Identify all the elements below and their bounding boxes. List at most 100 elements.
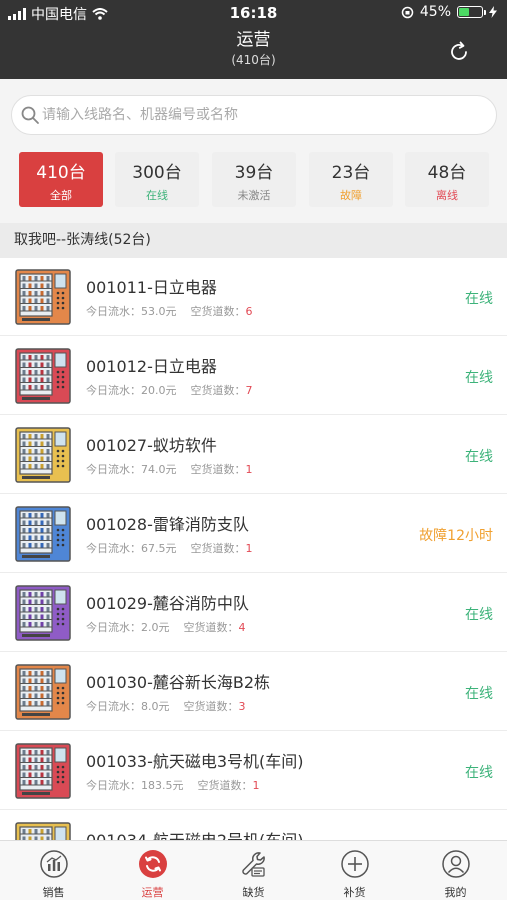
tabbar-label: 我的 xyxy=(444,886,467,899)
tabbar-item-shortage[interactable]: 缺货 xyxy=(203,841,304,900)
empty-slots-value: 1 xyxy=(245,463,253,476)
filter-label: 在线 xyxy=(146,189,168,202)
flow-value: 183.5元 xyxy=(141,779,184,792)
filter-tabs: 410台 全部 300台 在线 39台 未激活 23台 故障 48台 离线 xyxy=(19,152,489,207)
flow-value: 67.5元 xyxy=(141,542,177,555)
filter-tab-online[interactable]: 300台 在线 xyxy=(115,152,199,207)
filter-count: 23台 xyxy=(331,163,371,183)
vending-machine-icon xyxy=(15,822,71,840)
filter-count: 300台 xyxy=(132,163,182,183)
machine-row[interactable]: 001030-麓谷新长海B2栋 今日流水：8.0元 空货道数：3 在线 xyxy=(0,653,507,731)
vending-machine-icon xyxy=(15,269,71,325)
tabbar-label: 补货 xyxy=(343,886,366,899)
flow-label: 今日流水： xyxy=(86,621,141,634)
flow-label: 今日流水： xyxy=(86,700,141,713)
flow-label: 今日流水： xyxy=(86,779,141,792)
filter-count: 410台 xyxy=(36,163,86,183)
machine-status: 在线 xyxy=(465,449,493,465)
tabbar-item-mine[interactable]: 我的 xyxy=(405,841,506,900)
bottom-tab-bar: 销售 运营 缺货 补货 我的 xyxy=(0,840,507,900)
vending-machine-icon xyxy=(15,427,71,483)
vending-machine-icon xyxy=(15,348,71,404)
route-group-header[interactable]: 取我吧--张涛线(52台) xyxy=(0,223,507,258)
machine-row[interactable]: 001029-麓谷消防中队 今日流水：2.0元 空货道数：4 在线 xyxy=(0,574,507,652)
vending-machine-icon xyxy=(15,506,71,562)
page-subtitle: (410台) xyxy=(231,53,276,67)
empty-slots-value: 1 xyxy=(252,779,260,792)
machine-title: 001033-航天磁电3号机(车间) xyxy=(86,752,304,771)
vending-machine-icon xyxy=(15,664,71,720)
orientation-lock-icon xyxy=(401,6,414,18)
machine-row[interactable]: 001011-日立电器 今日流水：53.0元 空货道数：6 在线 xyxy=(0,258,507,336)
tabbar-item-operations[interactable]: 运营 xyxy=(102,841,203,900)
search-icon xyxy=(21,106,39,124)
machine-row[interactable]: 001012-日立电器今日流水：20.0元 空货道数：7 在线 xyxy=(0,337,507,415)
machine-title: 001028-雷锋消防支队 xyxy=(86,515,249,534)
tabbar-label: 缺货 xyxy=(242,886,265,899)
filter-tab-offline[interactable]: 48台 离线 xyxy=(405,152,489,207)
machine-title: 001012-日立电器 xyxy=(86,357,217,376)
machine-meta: 今日流水：20.0元 空货道数：7 xyxy=(86,382,253,398)
machine-status: 在线 xyxy=(465,686,493,702)
filter-label: 未激活 xyxy=(237,189,271,202)
filter-label: 离线 xyxy=(436,189,458,202)
machine-meta: 今日流水：67.5元 空货道数：1 xyxy=(86,540,253,556)
machine-meta: 今日流水：183.5元 空货道数：1 xyxy=(86,777,260,793)
machine-status: 在线 xyxy=(465,370,493,386)
machine-row[interactable]: 001034-航天磁电2号机(车间) xyxy=(0,811,507,840)
machine-title: 001030-麓谷新长海B2栋 xyxy=(86,673,271,692)
flow-label: 今日流水： xyxy=(86,463,141,476)
tabbar-label: 运营 xyxy=(141,886,164,899)
machine-list[interactable]: 001011-日立电器 今日流水：53.0元 空货道数：6 在线 001012-日立电器… xyxy=(0,258,507,840)
machine-meta: 今日流水：74.0元 空货道数：1 xyxy=(86,461,253,477)
empty-slots-label: 空货道数： xyxy=(190,384,246,397)
empty-slots-label: 空货道数： xyxy=(190,542,246,555)
flow-label: 今日流水： xyxy=(86,305,141,318)
filter-tab-all[interactable]: 410台 全部 xyxy=(19,152,103,207)
machine-row[interactable]: 001033-航天磁电3号机(车间) 今日流水：183.5元 空货道数：1 在线 xyxy=(0,732,507,810)
filter-label: 故障 xyxy=(340,189,362,202)
tabbar-label: 销售 xyxy=(42,886,65,899)
tabbar-item-restock[interactable]: 补货 xyxy=(304,841,405,900)
status-bar: 中国电信 16:18 45% xyxy=(0,0,507,26)
status-right: 45% xyxy=(401,4,497,20)
empty-slots-label: 空货道数： xyxy=(190,463,246,476)
battery-icon xyxy=(457,6,486,18)
empty-slots-value: 1 xyxy=(245,542,253,555)
machine-meta: 今日流水：2.0元 空货道数：4 xyxy=(86,619,246,635)
filter-tab-fault[interactable]: 23台 故障 xyxy=(309,152,393,207)
machine-status: 故障12小时 xyxy=(419,528,493,544)
machine-status: 在线 xyxy=(465,765,493,781)
empty-slots-value: 4 xyxy=(238,621,246,634)
machine-status: 在线 xyxy=(465,607,493,623)
header: 中国电信 16:18 45% 运营 (410台) xyxy=(0,0,507,79)
filter-count: 39台 xyxy=(234,163,274,183)
chart-icon xyxy=(39,850,68,878)
flow-label: 今日流水： xyxy=(86,542,141,555)
vending-machine-icon xyxy=(15,585,71,641)
empty-slots-label: 空货道数： xyxy=(190,305,246,318)
refresh-icon[interactable] xyxy=(447,40,471,64)
empty-slots-label: 空货道数： xyxy=(183,621,239,634)
flow-value: 8.0元 xyxy=(141,700,170,713)
search-bar[interactable] xyxy=(11,95,497,135)
empty-slots-label: 空货道数： xyxy=(197,779,253,792)
machine-title: 001029-麓谷消防中队 xyxy=(86,594,249,613)
empty-slots-value: 7 xyxy=(245,384,253,397)
charging-icon xyxy=(489,6,497,18)
machine-row[interactable]: 001027-蚁坊软件今日流水：74.0元 空货道数：1 在线 xyxy=(0,416,507,494)
flow-value: 20.0元 xyxy=(141,384,177,397)
machine-title: 001034-航天磁电2号机(车间) xyxy=(86,827,304,840)
battery-percent: 45% xyxy=(419,4,451,20)
filter-tab-inactive[interactable]: 39台 未激活 xyxy=(212,152,296,207)
search-input[interactable] xyxy=(42,107,482,123)
filter-count: 48台 xyxy=(427,163,467,183)
flow-value: 2.0元 xyxy=(141,621,170,634)
machine-status: 在线 xyxy=(465,291,493,307)
flow-label: 今日流水： xyxy=(86,384,141,397)
machine-title: 001027-蚁坊软件 xyxy=(86,436,217,455)
tabbar-item-sales[interactable]: 销售 xyxy=(3,841,104,900)
flow-value: 53.0元 xyxy=(141,305,177,318)
machine-row[interactable]: 001028-雷锋消防支队 今日流水：67.5元 空货道数：1 故障12小时 xyxy=(0,495,507,573)
user-icon xyxy=(441,850,470,878)
